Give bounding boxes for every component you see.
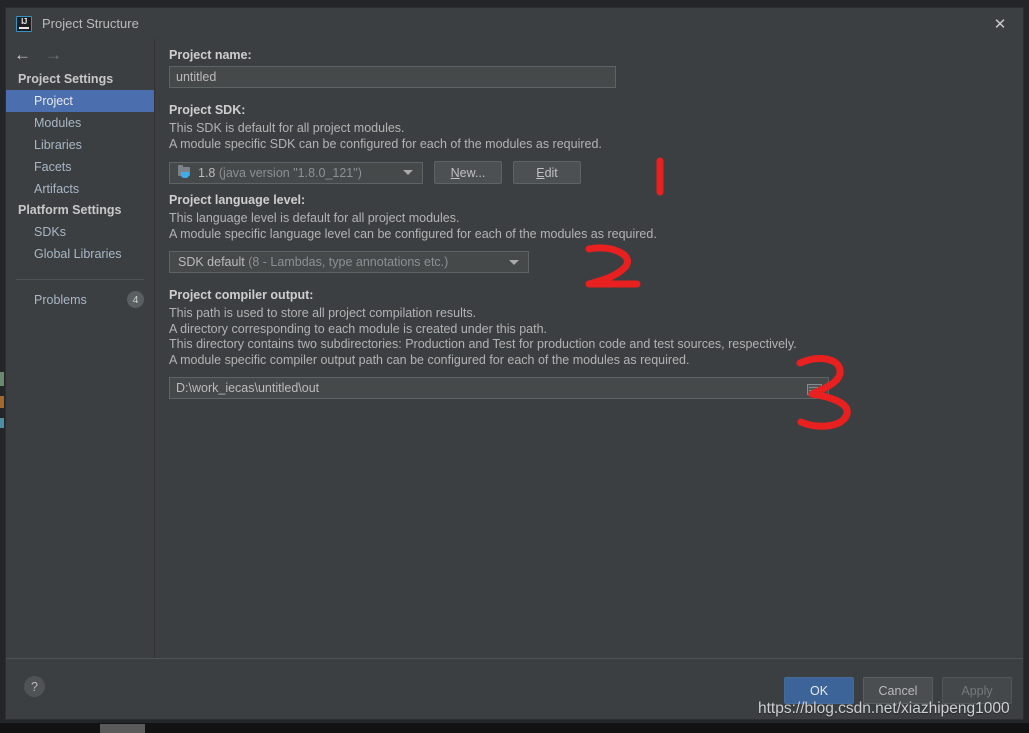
dialog-footer: ? OK Cancel Apply <box>6 658 1023 719</box>
project-sdk-description-line-1: This SDK is default for all project modu… <box>169 121 405 135</box>
sidebar-item-global-libraries[interactable]: Global Libraries <box>6 243 154 265</box>
taskbar-item[interactable] <box>100 724 145 733</box>
sidebar-item-label: Problems <box>34 292 87 307</box>
project-compiler-output-description-line-3: This directory contains two subdirectori… <box>169 337 797 351</box>
sidebar-group-project-settings: Project Settings <box>18 72 114 86</box>
help-question-icon[interactable]: ? <box>24 676 45 697</box>
project-sdk-label: Project SDK: <box>169 103 246 117</box>
project-compiler-output-description-line-1: This path is used to store all project c… <box>169 306 477 320</box>
edit-sdk-button-mnemonic: E <box>536 165 545 180</box>
ok-button[interactable]: OK <box>784 677 854 704</box>
sidebar-item-problems[interactable]: Problems 4 <box>6 288 154 311</box>
background-ide-artifact <box>0 396 4 408</box>
sidebar-item-modules[interactable]: Modules <box>6 112 154 134</box>
project-language-level-dropdown[interactable]: SDK default (8 - Lambdas, type annotatio… <box>169 251 529 273</box>
project-structure-dialog: IJ Project Structure ✕ ← → Project Setti… <box>5 7 1024 720</box>
project-name-label: Project name: <box>169 48 252 62</box>
project-language-level-value: SDK default (8 - Lambdas, type annotatio… <box>178 255 503 269</box>
project-language-level-value-name: SDK default <box>178 255 245 269</box>
intellij-idea-logo-icon: IJ <box>16 15 32 32</box>
jdk-folder-icon <box>178 165 193 179</box>
project-sdk-value: 1.8 (java version "1.8.0_121") <box>198 166 397 180</box>
window-title: Project Structure <box>42 16 139 31</box>
sidebar-group-platform-settings: Platform Settings <box>18 203 122 217</box>
sidebar-item-libraries[interactable]: Libraries <box>6 134 154 156</box>
taskbar <box>0 723 1029 733</box>
arrow-right-icon[interactable]: → <box>45 46 62 63</box>
apply-button: Apply <box>942 677 1012 704</box>
background-ide-artifact <box>0 418 4 428</box>
project-name-input[interactable]: untitled <box>169 66 616 88</box>
project-compiler-output-input[interactable]: D:\work_iecas\untitled\out <box>169 377 829 399</box>
new-sdk-button-mnemonic: N <box>450 165 460 180</box>
project-language-level-label: Project language level: <box>169 193 306 207</box>
project-sdk-value-detail: (java version "1.8.0_121") <box>218 165 362 180</box>
chevron-down-icon <box>509 259 519 265</box>
project-compiler-output-description-line-4: A module specific compiler output path c… <box>169 352 690 367</box>
project-compiler-output-label: Project compiler output: <box>169 288 314 302</box>
project-language-level-value-detail: (8 - Lambdas, type annotations etc.) <box>248 255 449 269</box>
background-ide-artifact <box>0 372 4 386</box>
new-sdk-button[interactable]: New... <box>434 161 502 184</box>
sidebar-divider <box>16 279 144 280</box>
project-sdk-row: 1.8 (java version "1.8.0_121") New... Ed… <box>169 161 1023 184</box>
new-sdk-button-label: ew... <box>459 165 486 180</box>
project-sdk-description-line-2: A module specific SDK can be configured … <box>169 136 602 151</box>
project-sdk-value-name: 1.8 <box>198 165 216 180</box>
project-language-level-description-line-2: A module specific language level can be … <box>169 226 657 241</box>
dialog-titlebar: IJ Project Structure ✕ <box>6 8 1023 39</box>
edit-sdk-button[interactable]: Edit <box>513 161 581 184</box>
browse-folder-icon[interactable] <box>806 382 822 395</box>
problems-count-badge: 4 <box>127 291 144 308</box>
project-sdk-dropdown[interactable]: 1.8 (java version "1.8.0_121") <box>169 161 423 184</box>
project-compiler-output-description-line-2: A directory corresponding to each module… <box>169 321 547 336</box>
edit-sdk-button-label: dit <box>544 165 558 180</box>
dialog-body: ← → Project Settings Project Modules Lib… <box>6 39 1023 691</box>
sidebar-item-project[interactable]: Project <box>6 90 154 112</box>
sidebar-item-artifacts[interactable]: Artifacts <box>6 178 154 200</box>
cancel-button[interactable]: Cancel <box>863 677 933 704</box>
sidebar-item-facets[interactable]: Facets <box>6 156 154 178</box>
arrow-left-icon[interactable]: ← <box>14 46 31 63</box>
sidebar-item-sdks[interactable]: SDKs <box>6 221 154 243</box>
dialog-action-buttons: OK Cancel Apply <box>784 677 1012 704</box>
project-settings-panel: Project name: untitled Project SDK: This… <box>155 39 1023 691</box>
settings-sidebar: ← → Project Settings Project Modules Lib… <box>6 39 155 691</box>
chevron-down-icon <box>403 170 413 175</box>
sidebar-nav-arrows: ← → <box>6 39 154 69</box>
project-compiler-output-value: D:\work_iecas\untitled\out <box>176 381 320 395</box>
close-icon[interactable]: ✕ <box>977 8 1023 39</box>
project-language-level-description-line-1: This language level is default for all p… <box>169 211 460 225</box>
